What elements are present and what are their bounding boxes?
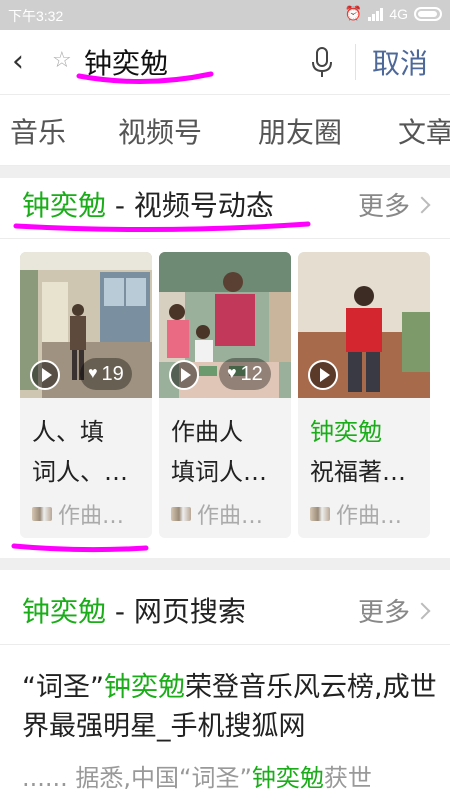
keyword-highlight: 钟奕勉	[251, 764, 324, 792]
video-card-title: 人、填 词人、…	[32, 412, 144, 492]
microphone-icon[interactable]	[308, 46, 336, 80]
web-section-suffix: - 网页搜索	[106, 595, 246, 628]
snippet-text: ...... 据悉,中国“词圣”	[22, 764, 252, 792]
annotation-underline	[11, 543, 149, 553]
tab-channels[interactable]: 视频号	[118, 111, 202, 151]
web-result-title[interactable]: “词圣”钟奕勉荣登音乐风云榜,成世界最强明星_手机搜狐网	[22, 668, 437, 746]
video-card[interactable]: 钟奕勉 祝福著… 作曲…	[298, 252, 430, 538]
annotation-underline	[76, 71, 214, 84]
video-card[interactable]: ♥ 12 作曲人 填词人… 作曲…	[159, 252, 291, 538]
author-name: 作曲…	[336, 504, 403, 529]
alarm-icon: ⏰	[344, 5, 363, 21]
divider	[0, 644, 450, 645]
section-divider	[0, 558, 450, 570]
status-icons: ⏰ 4G	[345, 5, 442, 22]
back-arrow-icon[interactable]: ‹	[12, 44, 24, 79]
chevron-right-icon	[413, 602, 431, 619]
video-card-title: 钟奕勉 祝福著…	[310, 412, 422, 492]
title-text: “词圣”	[22, 672, 104, 703]
keyword-highlight: 钟奕勉	[103, 672, 185, 703]
likes-value: 12	[240, 362, 263, 385]
annotation-underline	[13, 221, 311, 233]
tab-music[interactable]: 音乐	[10, 111, 66, 151]
web-more-button[interactable]: 更多	[357, 592, 431, 629]
heart-icon: ♥	[227, 365, 237, 382]
divider	[0, 238, 450, 239]
avatar	[32, 507, 52, 521]
search-bar: ‹ ☆ 钟奕勉 取消	[0, 30, 450, 94]
status-time: 下午3:32	[8, 8, 64, 24]
network-type: 4G	[389, 5, 408, 22]
play-icon[interactable]	[308, 360, 338, 390]
web-section-title: 钟奕勉 - 网页搜索	[22, 590, 246, 630]
title-line: 填词人…	[171, 458, 267, 486]
like-count: ♥ 12	[219, 358, 271, 390]
more-label: 更多	[357, 192, 410, 222]
title-line: 词人、…	[32, 458, 128, 486]
title-line: 作曲人	[171, 418, 243, 446]
cancel-button[interactable]: 取消	[372, 42, 428, 82]
category-tabs: 音乐 视频号 朋友圈 文章	[0, 94, 450, 166]
video-card[interactable]: ♥ 19 人、填 词人、… 作曲…	[20, 252, 152, 538]
web-result-snippet: ...... 据悉,中国“词圣”钟奕勉获世	[22, 758, 372, 793]
heart-icon: ♥	[88, 365, 98, 382]
signal-icon	[368, 7, 384, 21]
chevron-right-icon	[413, 196, 431, 213]
likes-value: 19	[101, 362, 124, 385]
tab-articles[interactable]: 文章	[398, 111, 450, 151]
status-bar: 下午3:32 ⏰ 4G	[0, 0, 450, 30]
author-name: 作曲…	[197, 504, 264, 529]
keyword-highlight: 钟奕勉	[22, 595, 107, 628]
title-line-highlight: 钟奕勉	[310, 418, 382, 446]
video-more-button[interactable]: 更多	[357, 186, 431, 223]
divider	[355, 44, 356, 80]
title-line: 人、填	[32, 418, 104, 446]
avatar	[310, 507, 330, 521]
play-icon[interactable]	[30, 360, 60, 390]
author-name: 作曲…	[58, 504, 125, 529]
star-icon: ☆	[52, 48, 72, 73]
video-card-title: 作曲人 填词人…	[171, 412, 283, 492]
video-card-author: 作曲…	[310, 498, 402, 530]
avatar	[171, 507, 191, 521]
more-label: 更多	[357, 598, 410, 628]
section-divider	[0, 166, 450, 178]
video-card-author: 作曲…	[32, 498, 124, 530]
like-count: ♥ 19	[80, 358, 132, 390]
snippet-text: 获世	[323, 764, 372, 792]
battery-icon	[414, 6, 442, 21]
title-line: 祝福著…	[310, 458, 406, 486]
tab-moments[interactable]: 朋友圈	[258, 111, 342, 151]
play-icon[interactable]	[169, 360, 199, 390]
video-card-author: 作曲…	[171, 498, 263, 530]
